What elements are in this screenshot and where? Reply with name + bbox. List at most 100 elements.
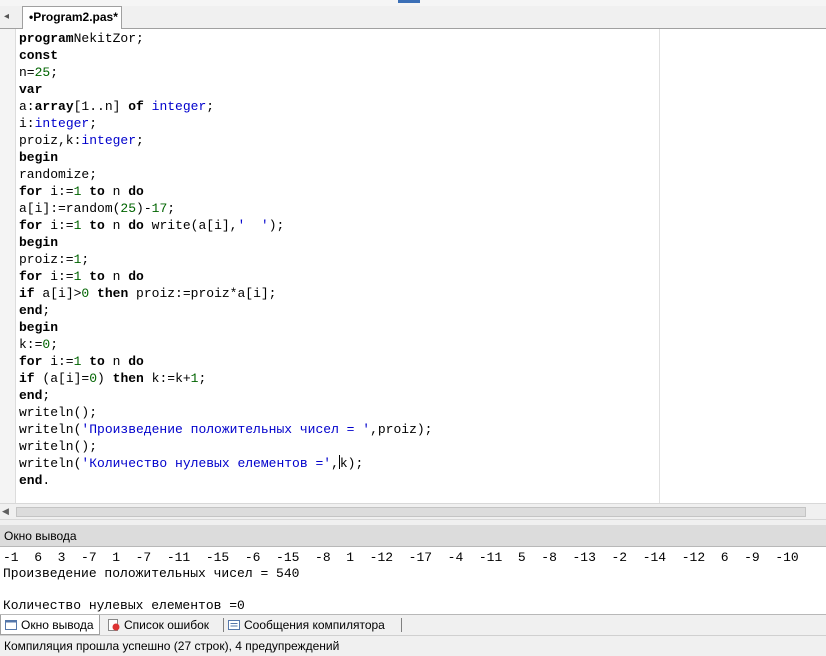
code-token: for — [19, 269, 43, 284]
tab-scroll-arrow-icon[interactable]: ◂ — [4, 10, 18, 24]
code-token: ; — [136, 133, 144, 148]
code-token: 'Произведение положительных чисел = ' — [81, 422, 371, 437]
code-line: if (a[i]=0) then k:=k+1; — [19, 370, 433, 387]
code-editor[interactable]: programNekitZor; const n=25; var a:array[1..… — [0, 29, 826, 503]
tab-label: Сообщения компилятора — [244, 618, 385, 632]
code-token: for — [19, 218, 43, 233]
code-token: do — [128, 184, 144, 199]
code-token: ; — [167, 201, 176, 216]
output-line: -1 6 3 -7 1 -7 -11 -15 -6 -15 -8 1 -12 -… — [3, 550, 799, 565]
code-token: k:=k+ — [143, 371, 191, 386]
code-line: end. — [19, 472, 433, 489]
code-token: . — [42, 473, 51, 488]
code-token: i:= — [42, 269, 74, 284]
code-token: 0 — [89, 371, 98, 386]
code-token: a[i]:=random( — [19, 201, 121, 216]
code-token: to — [81, 269, 105, 284]
output-panel-title: Окно вывода — [0, 525, 826, 547]
code-token: ; — [89, 116, 98, 131]
code-token: i:= — [42, 184, 74, 199]
code-token: writeln(); — [19, 439, 98, 454]
output-panel[interactable]: -1 6 3 -7 1 -7 -11 -15 -6 -15 -8 1 -12 -… — [0, 547, 826, 614]
code-token: end — [19, 473, 43, 488]
code-line: for i:=1 to n do — [19, 268, 433, 285]
code-line: end; — [19, 387, 433, 404]
code-token: for — [19, 354, 43, 369]
file-tab[interactable]: •Program2.pas* — [22, 6, 122, 29]
code-token: writeln( — [19, 422, 82, 437]
code-line: i:integer; — [19, 115, 433, 132]
status-bar: Компиляция прошла успешно (27 строк), 4 … — [0, 635, 826, 656]
code-token: if — [19, 286, 35, 301]
code-token: array — [34, 99, 74, 114]
code-line: programNekitZor; — [19, 30, 433, 47]
right-margin-line — [659, 29, 660, 503]
code-token: ; — [206, 99, 215, 114]
code-line: for i:=1 to n do write(a[i],' '); — [19, 217, 433, 234]
code-token: ); — [268, 218, 285, 233]
code-line: end; — [19, 302, 433, 319]
code-token: begin — [19, 235, 59, 250]
code-token: k:= — [19, 337, 43, 352]
code-token: begin — [19, 150, 59, 165]
code-line: writeln(); — [19, 404, 433, 421]
code-token: proiz:=proiz*a[i]; — [128, 286, 277, 301]
source-code[interactable]: programNekitZor; const n=25; var a:array[1..… — [19, 30, 433, 489]
code-line: proiz,k:integer; — [19, 132, 433, 149]
code-token: i:= — [42, 218, 74, 233]
code-token: n — [104, 269, 129, 284]
code-token: i:= — [42, 354, 74, 369]
code-token: then — [89, 286, 129, 301]
code-line: k:=0; — [19, 336, 433, 353]
code-line: if a[i]>0 then proiz:=proiz*a[i]; — [19, 285, 433, 302]
code-token: ; — [50, 65, 59, 80]
scroll-left-arrow-icon[interactable]: ◀ — [2, 506, 9, 517]
code-token: to — [81, 184, 105, 199]
code-token: integer — [143, 99, 207, 114]
code-token: ; — [198, 371, 207, 386]
code-line: proiz:=1; — [19, 251, 433, 268]
tab-output-window[interactable]: Окно вывода — [0, 615, 100, 635]
code-token: ; — [81, 252, 90, 267]
code-token: )- — [136, 201, 152, 216]
code-token: write(a[i], — [143, 218, 238, 233]
code-token: ,proiz); — [370, 422, 433, 437]
code-token: proiz:= — [19, 252, 74, 267]
code-line: for i:=1 to n do — [19, 183, 433, 200]
code-token: begin — [19, 320, 59, 335]
horizontal-scrollbar[interactable]: ◀ — [0, 503, 826, 520]
code-token: 25 — [120, 201, 137, 216]
document-tab-bar: ◂ •Program2.pas* — [0, 6, 826, 29]
code-token: n= — [19, 65, 35, 80]
code-line: a[i]:=random(25)-17; — [19, 200, 433, 217]
code-token: end — [19, 303, 43, 318]
tab-compiler-messages[interactable]: Сообщения компилятора — [224, 615, 402, 635]
editor-gutter — [0, 29, 16, 503]
toolbar-indicator — [398, 0, 420, 3]
code-line: writeln(); — [19, 438, 433, 455]
code-token: , — [331, 456, 339, 471]
code-token: integer — [81, 133, 137, 148]
code-line: const — [19, 47, 433, 64]
error-list-icon — [108, 619, 120, 631]
bottom-tab-bar: Окно вывода Список ошибок Сообщения комп… — [0, 614, 826, 635]
code-token: do — [128, 269, 144, 284]
output-window-icon — [5, 620, 17, 630]
code-line: begin — [19, 319, 433, 336]
code-line: randomize; — [19, 166, 433, 183]
code-line: writeln('Произведение положительных чисе… — [19, 421, 433, 438]
code-token: then — [112, 371, 144, 386]
code-token: n — [104, 184, 129, 199]
code-token: ' ' — [237, 218, 269, 233]
scrollbar-thumb[interactable] — [16, 507, 806, 517]
code-line: n=25; — [19, 64, 433, 81]
code-token: for — [19, 184, 43, 199]
code-token: integer — [34, 116, 90, 131]
code-token: do — [128, 218, 144, 233]
tab-error-list[interactable]: Список ошибок — [104, 615, 224, 635]
code-token: a[i]> — [34, 286, 82, 301]
output-line: Произведение положительных чисел = 540 — [3, 566, 300, 581]
code-token: 25 — [34, 65, 51, 80]
code-token: 17 — [151, 201, 168, 216]
